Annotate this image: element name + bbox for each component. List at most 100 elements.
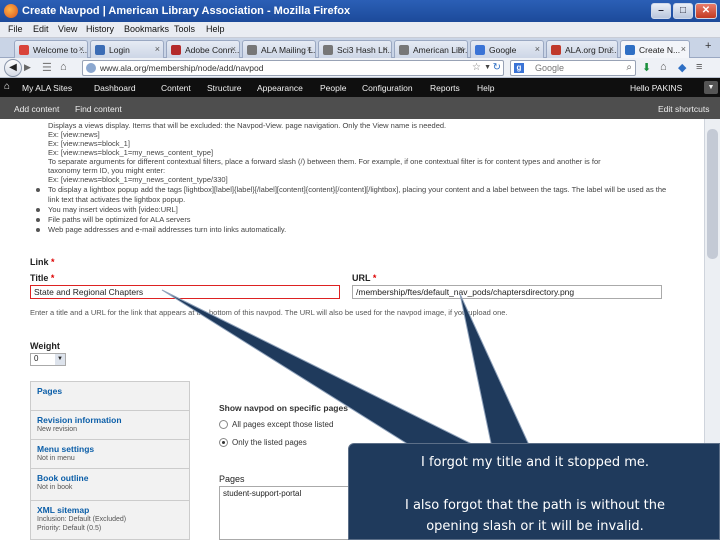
tab-favicon-icon: [625, 45, 635, 55]
vertical-tab-summary: Inclusion: Default (Excluded): [37, 516, 127, 523]
close-tab-icon[interactable]: ×: [79, 44, 84, 54]
shortcut-find-content[interactable]: Find content: [75, 104, 122, 114]
addon-icon[interactable]: ◆: [678, 61, 686, 74]
bullet: [36, 188, 40, 192]
history-icon[interactable]: ☰: [42, 61, 52, 74]
bookmark-star-icon[interactable]: ☆: [472, 62, 481, 73]
close-tab-icon[interactable]: ×: [155, 44, 160, 54]
menu-history[interactable]: History: [86, 24, 114, 34]
link-url-label: URL *: [352, 273, 377, 283]
shortcuts-toggle-icon[interactable]: ▼: [704, 81, 718, 94]
menu-icon[interactable]: ≡: [696, 61, 702, 73]
search-bar[interactable]: g Google ⌕: [510, 60, 636, 76]
help-text-line: Ex: [view:news=block_1=my_news_content_t…: [48, 175, 228, 184]
vertical-tab-title[interactable]: Pages: [37, 386, 189, 396]
back-arrow-icon[interactable]: ◀: [4, 59, 22, 77]
admin-menu-content[interactable]: Content: [161, 83, 191, 93]
browser-tab[interactable]: Sci3 Hash Lh... ×: [318, 40, 392, 58]
pages-textarea[interactable]: student-support-portal: [219, 486, 354, 540]
site-identity-icon[interactable]: [86, 63, 96, 73]
radio-only-listed-pages[interactable]: [219, 438, 228, 447]
url-dropdown-icon[interactable]: ▼: [484, 64, 491, 71]
url-bar[interactable]: www.ala.org/membership/node/add/navpod ☆…: [82, 60, 504, 76]
close-tab-icon[interactable]: ×: [459, 44, 464, 54]
shortcut-edit-shortcuts[interactable]: Edit shortcuts: [658, 104, 710, 114]
browser-tab[interactable]: Adobe Conn... ×: [166, 40, 240, 58]
close-tab-icon[interactable]: ×: [307, 44, 312, 54]
tab-favicon-icon: [95, 45, 105, 55]
admin-home-icon[interactable]: ⌂: [4, 81, 10, 92]
link-description: Enter a title and a URL for the link tha…: [30, 308, 508, 317]
shortcut-add-content[interactable]: Add content: [14, 104, 59, 114]
close-tab-icon[interactable]: ×: [535, 44, 540, 54]
search-icon[interactable]: ⌕: [626, 62, 632, 73]
admin-menu-configuration[interactable]: Configuration: [362, 83, 413, 93]
new-tab-icon[interactable]: +: [705, 40, 711, 52]
tab-favicon-icon: [247, 45, 257, 55]
url-text[interactable]: www.ala.org/membership/node/add/navpod: [100, 63, 264, 73]
admin-menu-my-ala-sites[interactable]: My ALA Sites: [22, 83, 72, 93]
tab-favicon-icon: [323, 45, 333, 55]
weight-select[interactable]: 0 ▼: [30, 353, 66, 366]
help-text-line: File paths will be optimized for ALA ser…: [48, 215, 191, 224]
google-engine-icon[interactable]: g: [514, 63, 524, 73]
browser-tab[interactable]: Google ×: [470, 40, 544, 58]
maximize-button[interactable]: □: [673, 3, 693, 19]
browser-tab[interactable]: American Libr... ×: [394, 40, 468, 58]
vertical-tab-title[interactable]: Book outline: [37, 473, 189, 483]
admin-menu-dashboard[interactable]: Dashboard: [94, 83, 136, 93]
admin-menu-appearance[interactable]: Appearance: [257, 83, 303, 93]
admin-user-greeting[interactable]: Hello PAKINS: [630, 83, 682, 93]
menu-bookmarks[interactable]: Bookmarks: [124, 24, 169, 34]
menu-view[interactable]: View: [58, 24, 77, 34]
radio-label[interactable]: Only the listed pages: [232, 438, 307, 447]
help-text-line: You may insert videos with [video:URL]: [48, 205, 178, 214]
vertical-tab-pages[interactable]: Pages: [31, 382, 189, 411]
vertical-tab-menu-settings[interactable]: Menu settings Not in menu: [31, 440, 189, 469]
forward-arrow-icon[interactable]: ▶: [24, 62, 31, 73]
admin-menu-people[interactable]: People: [320, 83, 346, 93]
tab-favicon-icon: [475, 45, 485, 55]
menu-tools[interactable]: Tools: [174, 24, 195, 34]
admin-menu-reports[interactable]: Reports: [430, 83, 460, 93]
minimize-button[interactable]: –: [651, 3, 671, 19]
vertical-tab-xml-sitemap[interactable]: XML sitemap Inclusion: Default (Excluded…: [31, 501, 189, 540]
chevron-down-icon[interactable]: ▼: [55, 354, 65, 365]
vertical-tab-summary: Not in menu: [37, 455, 75, 462]
link-title-field[interactable]: State and Regional Chapters: [30, 285, 340, 299]
close-tab-icon[interactable]: ×: [383, 44, 388, 54]
help-text-line: Ex: [view:news]: [48, 130, 100, 139]
browser-tab[interactable]: ALA.org Dru... ×: [546, 40, 618, 58]
scrollbar-thumb[interactable]: [707, 129, 718, 259]
radio-label[interactable]: All pages except those listed: [232, 420, 333, 429]
vertical-tab-title[interactable]: XML sitemap: [37, 505, 189, 515]
close-tab-icon[interactable]: ×: [231, 44, 236, 54]
download-arrow-icon[interactable]: ⬇: [642, 61, 651, 74]
browser-tab[interactable]: Welcome to ... ×: [14, 40, 88, 58]
help-text-line: link text that activates the lightbox po…: [48, 195, 186, 204]
vertical-tab-title[interactable]: Revision information: [37, 415, 189, 425]
vertical-tab-revision[interactable]: Revision information New revision: [31, 411, 189, 440]
menu-file[interactable]: File: [8, 24, 23, 34]
firefox-icon: [4, 4, 18, 18]
link-url-field[interactable]: /membership/ftes/default_nav_pods/chapte…: [352, 285, 662, 299]
browser-tab[interactable]: ALA Mailing L... ×: [242, 40, 316, 58]
close-tab-icon[interactable]: ×: [609, 44, 614, 54]
callout-line: I forgot my title and it stopped me.: [420, 455, 650, 470]
help-text-line: Ex: [view:news=block_1=my_news_content_t…: [48, 148, 214, 157]
close-tab-icon[interactable]: ×: [681, 44, 686, 54]
menu-edit[interactable]: Edit: [33, 24, 49, 34]
admin-menu-structure[interactable]: Structure: [207, 83, 242, 93]
reload-icon[interactable]: ↻: [493, 62, 501, 73]
menu-help[interactable]: Help: [206, 24, 225, 34]
vertical-tab-title[interactable]: Menu settings: [37, 444, 189, 454]
close-window-button[interactable]: ✕: [695, 3, 717, 19]
vertical-tab-book-outline[interactable]: Book outline Not in book: [31, 469, 189, 501]
admin-menu-help[interactable]: Help: [477, 83, 494, 93]
help-text-line: Web page addresses and e-mail addresses …: [48, 225, 287, 234]
browser-tab[interactable]: Login ×: [90, 40, 164, 58]
home-page-icon[interactable]: ⌂: [660, 61, 667, 73]
radio-all-pages-except[interactable]: [219, 420, 228, 429]
home-icon[interactable]: ⌂: [60, 61, 67, 73]
browser-tab-active[interactable]: Create N... ×: [620, 40, 690, 58]
